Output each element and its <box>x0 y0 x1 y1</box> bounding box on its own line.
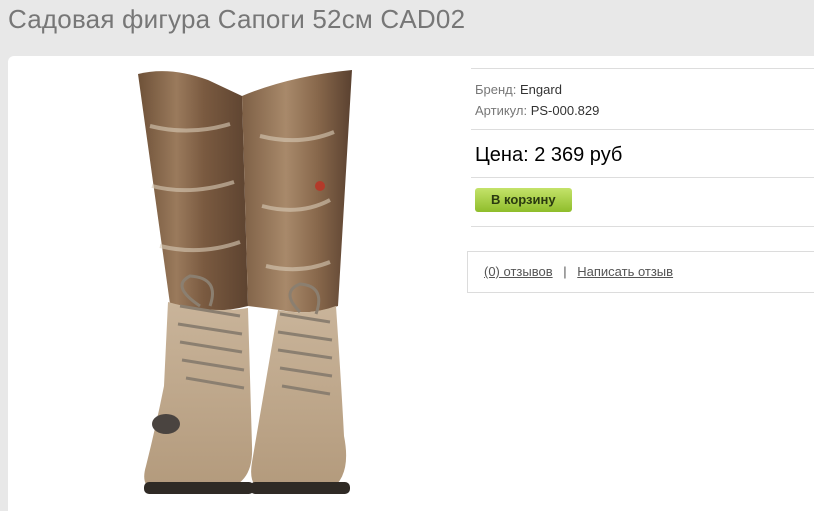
reviews-separator: | <box>563 264 567 279</box>
add-to-cart-button[interactable]: В корзину <box>475 188 572 212</box>
sku-label: Артикул: <box>475 103 528 118</box>
left-shoe <box>144 302 253 490</box>
product-info: Бренд: Engard Артикул: PS-000.829 Цена: … <box>467 68 814 293</box>
right-boot-shaft <box>242 70 352 313</box>
ladybug-figure <box>315 181 325 191</box>
reviews-bar: (0) отзывов | Написать отзыв <box>467 251 814 293</box>
brand-label: Бренд: <box>475 82 517 97</box>
product-card: Бренд: Engard Артикул: PS-000.829 Цена: … <box>8 56 814 511</box>
cart-block: В корзину <box>471 178 814 226</box>
left-sole <box>144 482 254 494</box>
product-meta: Бренд: Engard Артикул: PS-000.829 <box>471 69 814 129</box>
product-image[interactable] <box>130 66 362 498</box>
price: Цена: 2 369 руб <box>475 144 623 166</box>
write-review-link[interactable]: Написать отзыв <box>577 264 673 279</box>
sku-value: PS-000.829 <box>530 103 600 118</box>
mouse-figure <box>152 414 180 434</box>
right-sole <box>250 482 350 494</box>
brand-row: Бренд: Engard <box>475 79 812 100</box>
price-block: Цена: 2 369 руб <box>471 130 814 177</box>
page-title: Садовая фигура Сапоги 52см CAD02 <box>8 4 466 34</box>
brand-value: Engard <box>520 82 562 97</box>
sku-row: Артикул: PS-000.829 <box>475 100 812 121</box>
reviews-count-link[interactable]: (0) отзывов <box>484 264 553 279</box>
